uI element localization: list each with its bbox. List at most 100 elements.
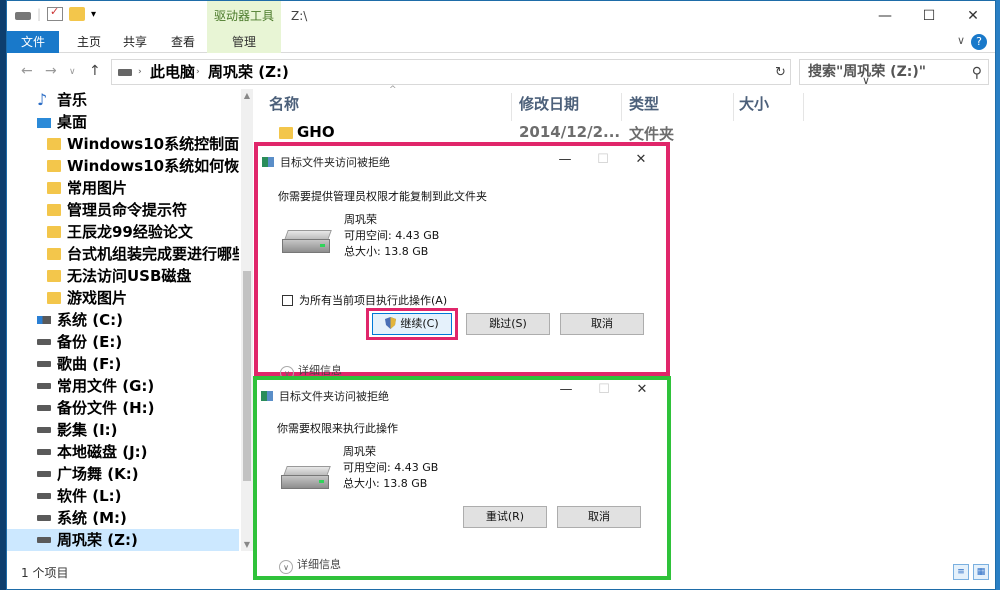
skip-button[interactable]: 跳过(S) [466,313,550,335]
nav-item-folder[interactable]: 常用图片 [7,177,239,199]
customize-toolbar-icon[interactable]: ▾ [91,9,96,20]
drive-icon[interactable] [15,11,31,20]
uac-shield-icon [385,316,397,329]
nav-item-drive-m[interactable]: 系统 (M:) [7,507,239,529]
collapse-ribbon-icon[interactable]: ∨ [957,34,965,47]
dialog-message: 你需要权限来执行此操作 [277,422,398,435]
breadcrumb-this-pc[interactable]: 此电脑 [150,60,195,84]
nav-item-drive-l[interactable]: 软件 (L:) [7,485,239,507]
column-separator[interactable] [803,93,804,121]
nav-item-drive-c[interactable]: 系统 (C:) [7,309,239,331]
drive-info: 周巩荣 可用空间: 4.43 GB 总大小: 13.8 GB [344,212,439,260]
search-icon[interactable]: ⚲ [972,61,982,85]
new-folder-icon[interactable] [69,7,86,21]
cancel-button[interactable]: 取消 [557,506,641,528]
nav-item-drive-f[interactable]: 歌曲 (F:) [7,353,239,375]
drive-icon [37,493,51,499]
continue-button[interactable]: 继续(C) [372,313,452,335]
file-name: GHO [297,123,335,141]
nav-item-folder[interactable]: Windows10系统如何恢复 [7,155,239,177]
minimize-button[interactable]: — [863,1,907,31]
nav-item-folder[interactable]: 王辰龙99经验论文 [7,221,239,243]
column-separator[interactable] [733,93,734,121]
chevron-down-icon[interactable]: ∨ [279,560,293,574]
file-transfer-icon [262,157,274,167]
tab-share[interactable]: 共享 [115,31,155,53]
column-header-name[interactable]: 名称 [269,93,299,114]
nav-item-drive-z[interactable]: 周巩荣 (Z:) [7,529,239,551]
nav-item-drive-j[interactable]: 本地磁盘 (J:) [7,441,239,463]
nav-item-music[interactable]: ♪ 音乐 [7,89,239,111]
nav-item-folder[interactable]: 无法访问USB磁盘 [7,265,239,287]
details-toggle[interactable]: ∨ 详细信息 [279,556,341,574]
nav-item-folder[interactable]: 游戏图片 [7,287,239,309]
nav-scrollbar[interactable]: ▲ ▼ [241,89,253,551]
close-button[interactable]: ✕ [622,148,660,172]
folder-icon [47,248,61,260]
properties-icon[interactable] [47,5,64,21]
nav-item-drive-g[interactable]: 常用文件 (G:) [7,375,239,397]
file-date: 2014/12/2... [519,123,621,141]
close-button[interactable]: ✕ [623,378,661,402]
drive-name: 周巩荣 [343,445,376,458]
retry-button[interactable]: 重试(R) [463,506,547,528]
title-bar: | ▾ 驱动器工具 Z:\ — ☐ ✕ [7,1,995,31]
cancel-button[interactable]: 取消 [560,313,644,335]
drive-icon [37,383,51,389]
nav-item-folder[interactable]: Windows10系统控制面板 [7,133,239,155]
dialog-title: 目标文件夹访问被拒绝 [262,154,390,170]
scroll-up-icon[interactable]: ▲ [241,91,253,100]
column-header-type[interactable]: 类型 [629,93,659,114]
dialog-window-controls: — ☐ ✕ [546,148,660,172]
nav-item-folder[interactable]: 管理员命令提示符 [7,199,239,221]
address-bar[interactable]: › 此电脑 › 周巩荣 (Z:) ∨ [111,59,870,87]
nav-item-desktop[interactable]: 桌面 [7,111,239,133]
help-icon[interactable]: ? [971,34,987,50]
column-separator[interactable] [511,93,512,121]
recent-locations-icon[interactable]: ∨ [69,67,76,77]
maximize-button: ☐ [598,382,610,397]
minimize-button[interactable]: — [547,378,585,402]
column-header-size[interactable]: 大小 [739,93,769,114]
tab-file[interactable]: 文件 [7,31,59,53]
quick-access-toolbar: | ▾ [15,5,96,21]
desktop-icon [37,118,51,128]
maximize-button[interactable]: ☐ [907,1,951,31]
system-drive-icon [37,316,51,324]
forward-arrow-icon[interactable]: → [45,63,57,79]
window-title: Z:\ [291,9,308,23]
search-input[interactable]: 搜索"周巩荣 (Z:)" ⚲ [799,59,989,85]
nav-item-drive-e[interactable]: 备份 (E:) [7,331,239,353]
folder-icon [47,270,61,282]
nav-item-drive-i[interactable]: 影集 (I:) [7,419,239,441]
dialog-window-controls: — ☐ ✕ [547,378,661,402]
folder-icon [47,292,61,304]
apply-to-all-checkbox[interactable]: 为所有当前项目执行此操作(A) [282,292,447,308]
back-arrow-icon[interactable]: ← [21,63,33,79]
window-controls: — ☐ ✕ [863,1,995,31]
drive-name: 周巩荣 [344,213,377,226]
folder-icon [47,182,61,194]
tab-manage[interactable]: 管理 [207,31,281,53]
nav-item-drive-h[interactable]: 备份文件 (H:) [7,397,239,419]
close-button[interactable]: ✕ [951,1,995,31]
large-icons-view-icon[interactable]: ▦ [973,564,989,580]
scroll-down-icon[interactable]: ▼ [241,540,253,549]
column-header-date[interactable]: 修改日期 [519,93,579,114]
scroll-thumb[interactable] [243,271,251,481]
tab-home[interactable]: 主页 [69,31,109,53]
breadcrumb-chevron-icon[interactable]: › [196,60,200,84]
checkbox-icon[interactable] [282,295,293,306]
up-arrow-icon[interactable]: ↑ [89,63,101,79]
folder-icon [47,204,61,216]
drive-icon [37,537,51,543]
nav-item-drive-k[interactable]: 广场舞 (K:) [7,463,239,485]
nav-item-folder[interactable]: 台式机组装完成要进行哪些 [7,243,239,265]
breadcrumb-chevron-icon[interactable]: › [138,60,142,84]
hard-drive-icon [282,230,334,256]
minimize-button[interactable]: — [546,148,584,172]
refresh-icon[interactable]: ↻ [775,65,786,80]
column-separator[interactable] [621,93,622,121]
tab-view[interactable]: 查看 [163,31,203,53]
breadcrumb-drive-z[interactable]: 周巩荣 (Z:) [208,60,289,84]
